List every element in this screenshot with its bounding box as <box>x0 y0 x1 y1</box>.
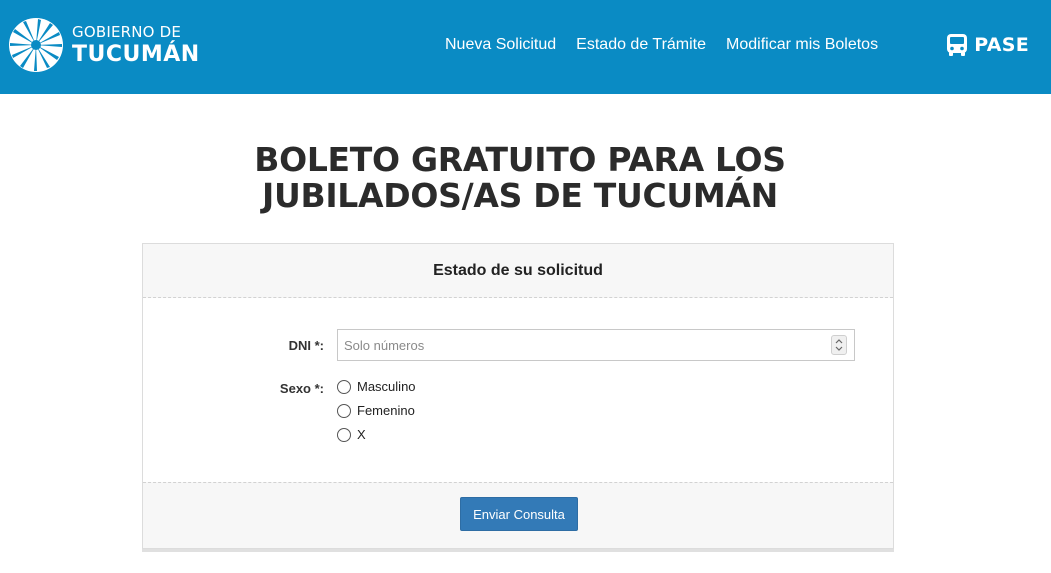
radio-femenino[interactable]: Femenino <box>337 403 415 418</box>
logo-line2: TUCUMÁN <box>72 41 200 67</box>
pase-brand[interactable]: PASE <box>946 33 1029 57</box>
nav-modificar-boletos[interactable]: Modificar mis Boletos <box>726 36 878 54</box>
page-title-line1: BOLETO GRATUITO PARA LOS <box>254 140 786 179</box>
radio-circle[interactable] <box>337 379 351 394</box>
chevron-up-icon <box>835 339 843 344</box>
logo-line1: GOBIERNO DE <box>72 22 182 41</box>
radio-label: X <box>357 427 366 442</box>
pase-label: PASE <box>974 34 1029 56</box>
logo-text: GOBIERNO DE TUCUMÁN <box>72 22 200 67</box>
radio-circle[interactable] <box>337 427 351 442</box>
page-title-line2: JUBILADOS/AS DE TUCUMÁN <box>262 176 778 215</box>
bus-icon <box>947 34 968 56</box>
panel-footer: Enviar Consulta <box>143 482 893 548</box>
dni-spinner[interactable] <box>831 335 847 355</box>
enviar-consulta-button[interactable]: Enviar Consulta <box>460 497 578 531</box>
sun-logo-icon <box>9 18 63 72</box>
nav-estado-tramite[interactable]: Estado de Trámite <box>576 36 706 54</box>
dni-label: DNI *: <box>288 338 324 353</box>
chevron-down-icon <box>835 346 843 351</box>
panel-heading: Estado de su solicitud <box>433 261 603 279</box>
sexo-label: Sexo *: <box>279 381 324 396</box>
panel-header: Estado de su solicitud <box>143 244 893 298</box>
radio-circle[interactable] <box>337 403 351 418</box>
top-header: GOBIERNO DE TUCUMÁN Nueva Solicitud Esta… <box>0 0 1051 94</box>
gobierno-logo[interactable]: GOBIERNO DE TUCUMÁN <box>8 16 199 74</box>
radio-label: Femenino <box>357 403 415 418</box>
dni-input[interactable] <box>337 329 855 361</box>
radio-masculino[interactable]: Masculino <box>337 379 416 394</box>
page-title: BOLETO GRATUITO PARA LOS JUBILADOS/AS DE… <box>200 142 840 214</box>
radio-label: Masculino <box>357 379 416 394</box>
main-nav: Nueva Solicitud Estado de Trámite Modifi… <box>445 36 898 54</box>
nav-nueva-solicitud[interactable]: Nueva Solicitud <box>445 36 556 54</box>
consulta-panel: Estado de su solicitud DNI *: Sexo *: Ma… <box>142 243 894 549</box>
radio-x[interactable]: X <box>337 427 366 442</box>
panel-body: DNI *: Sexo *: Masculino Femenino X <box>143 298 893 484</box>
